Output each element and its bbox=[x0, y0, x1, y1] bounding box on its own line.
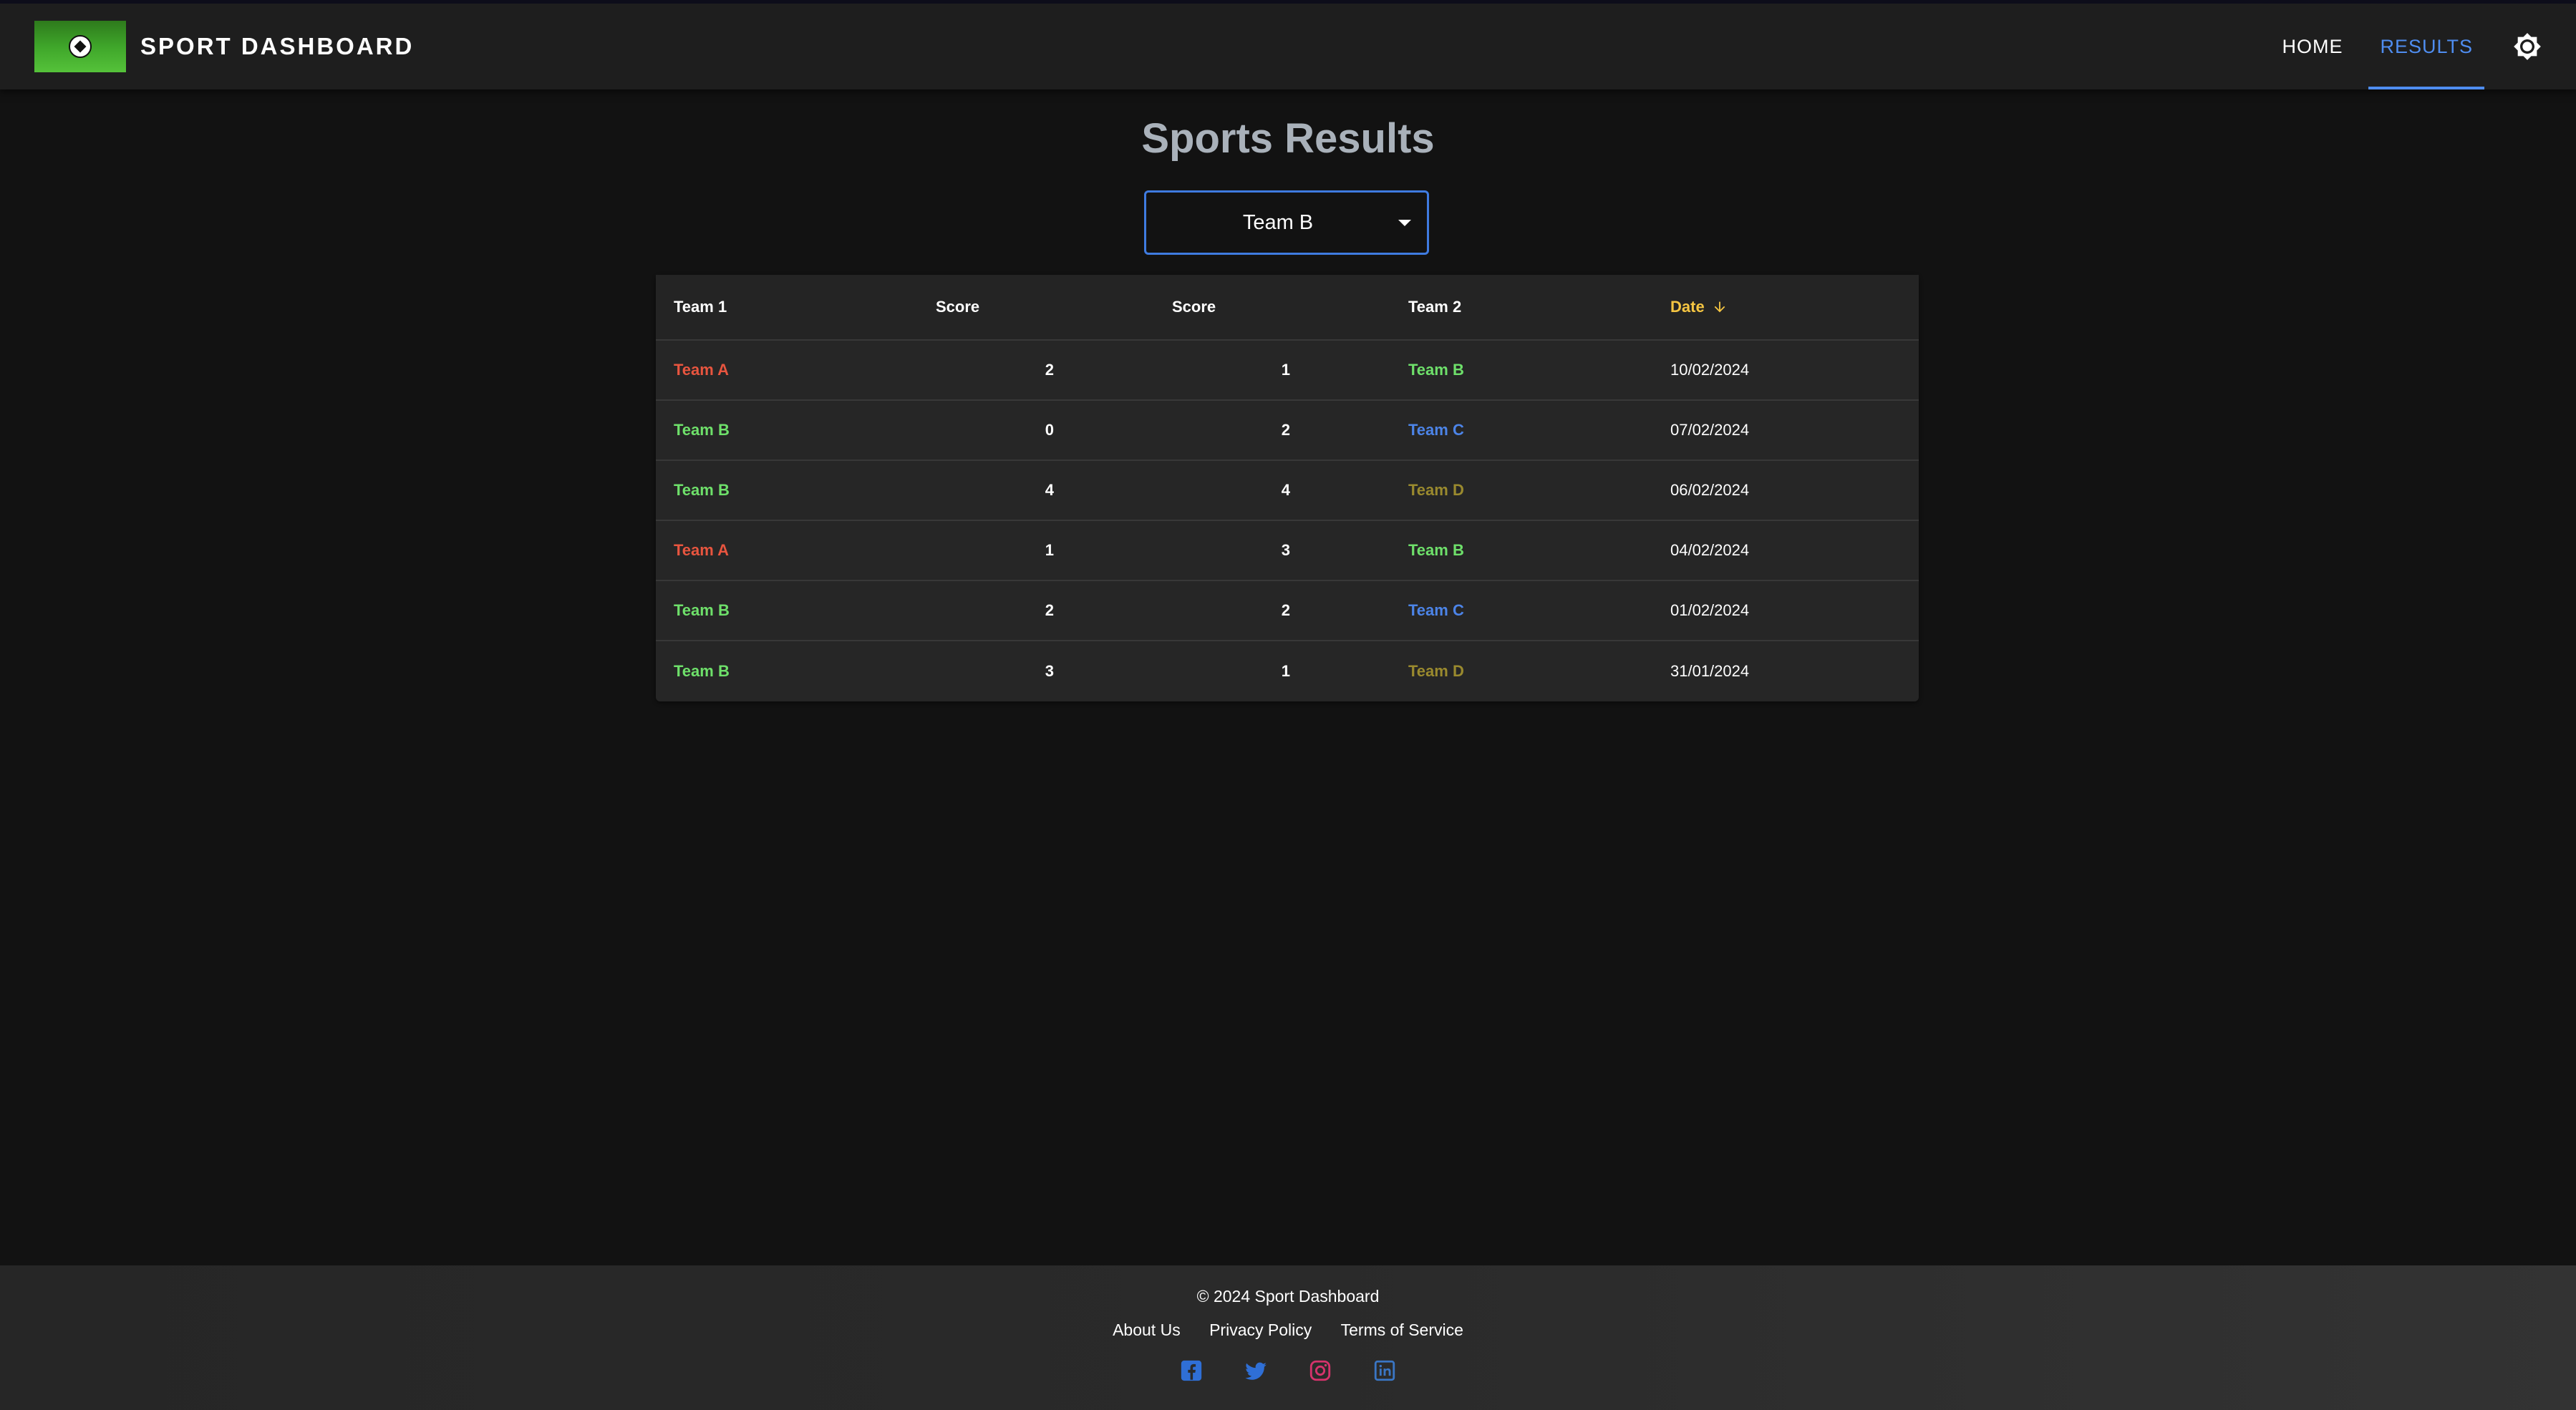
brand-title[interactable]: SPORT DASHBOARD bbox=[140, 33, 414, 60]
results-table: Team 1 Score Score Team 2 Date Team A21T… bbox=[656, 275, 1919, 701]
app-bar: SPORT DASHBOARD HOME RESULTS bbox=[0, 0, 2576, 89]
facebook-icon[interactable] bbox=[1179, 1358, 1204, 1383]
footer-link-terms[interactable]: Terms of Service bbox=[1341, 1321, 1463, 1339]
score1-cell: 0 bbox=[1045, 421, 1054, 439]
date-cell: 04/02/2024 bbox=[1670, 541, 1750, 559]
score1-cell: 3 bbox=[1045, 662, 1054, 680]
score1-cell: 4 bbox=[1045, 481, 1054, 499]
footer-links: About Us Privacy Policy Terms of Service bbox=[0, 1321, 2576, 1340]
team2-cell: Team B bbox=[1408, 541, 1464, 559]
date-cell: 31/01/2024 bbox=[1670, 662, 1750, 680]
table-row[interactable]: Team B 3 1 Team D 31/01/2024 bbox=[656, 641, 1919, 701]
score2-cell: 1 bbox=[1281, 662, 1290, 680]
instagram-icon[interactable] bbox=[1308, 1358, 1332, 1383]
nav-home[interactable]: HOME bbox=[2270, 4, 2354, 89]
table-row[interactable]: Team A 2 1 Team B 10/02/2024 bbox=[656, 341, 1919, 401]
team1-cell: Team B bbox=[674, 421, 730, 439]
team1-cell: Team A bbox=[674, 541, 730, 559]
column-header-date[interactable]: Date bbox=[1652, 298, 1919, 316]
team1-cell: Team A bbox=[674, 361, 730, 379]
team2-cell: Team B bbox=[1408, 361, 1464, 379]
date-cell: 01/02/2024 bbox=[1670, 601, 1750, 619]
team2-cell: Team C bbox=[1408, 601, 1464, 619]
column-header-team1[interactable]: Team 1 bbox=[656, 298, 918, 316]
team2-cell: Team D bbox=[1408, 481, 1464, 499]
table-body: Team A 2 1 Team B 10/02/2024 Team B 0 2 Team C 07… bbox=[656, 341, 1919, 701]
column-header-score2[interactable]: Score bbox=[1154, 298, 1390, 316]
score2-cell: 2 bbox=[1281, 601, 1290, 619]
score2-cell: 3 bbox=[1281, 541, 1290, 559]
team1-cell: Team B bbox=[674, 481, 730, 499]
table-row[interactable]: Team B 4 4 Team D 06/02/2024 bbox=[656, 461, 1919, 521]
score2-cell: 4 bbox=[1281, 481, 1290, 499]
main-nav: HOME RESULTS bbox=[2270, 4, 2576, 89]
social-links bbox=[0, 1358, 2576, 1383]
arrow-down-icon bbox=[1714, 301, 1725, 313]
date-cell: 10/02/2024 bbox=[1670, 361, 1750, 379]
team1-cell: Team B bbox=[674, 662, 730, 680]
table-row[interactable]: Team A 1 3 Team B 04/02/2024 bbox=[656, 521, 1919, 581]
column-header-score1[interactable]: Score bbox=[918, 298, 1154, 316]
column-header-date-label: Date bbox=[1670, 298, 1705, 316]
team1-cell: Team B bbox=[674, 601, 730, 619]
footer-link-privacy[interactable]: Privacy Policy bbox=[1209, 1321, 1312, 1339]
twitter-icon[interactable] bbox=[1244, 1358, 1268, 1383]
app-root: SPORT DASHBOARD HOME RESULTS Sports Resu… bbox=[0, 0, 2576, 1410]
team2-cell: Team D bbox=[1408, 662, 1464, 680]
page-title: Sports Results bbox=[1141, 115, 1435, 162]
copyright-text: © 2024 Sport Dashboard bbox=[1196, 1287, 1380, 1306]
date-cell: 07/02/2024 bbox=[1670, 421, 1750, 439]
column-header-team2[interactable]: Team 2 bbox=[1390, 298, 1652, 316]
team-select[interactable]: Team B bbox=[1144, 190, 1429, 255]
score2-cell: 2 bbox=[1281, 421, 1290, 439]
date-cell: 06/02/2024 bbox=[1670, 481, 1750, 499]
nav-results[interactable]: RESULTS bbox=[2368, 4, 2484, 89]
score2-cell: 1 bbox=[1281, 361, 1290, 379]
soccer-field-icon[interactable] bbox=[34, 21, 126, 72]
score1-cell: 1 bbox=[1045, 541, 1054, 559]
table-row[interactable]: Team B 0 2 Team C 07/02/2024 bbox=[656, 401, 1919, 461]
table-header-row: Team 1 Score Score Team 2 Date bbox=[656, 275, 1919, 341]
footer-link-about[interactable]: About Us bbox=[1113, 1321, 1181, 1339]
brightness-icon[interactable] bbox=[2513, 32, 2542, 61]
team2-cell: Team C bbox=[1408, 421, 1464, 439]
footer: © 2024 Sport Dashboard About Us Privacy … bbox=[0, 1265, 2576, 1410]
soccer-ball-icon bbox=[69, 35, 92, 58]
score1-cell: 2 bbox=[1045, 601, 1054, 619]
score1-cell: 2 bbox=[1045, 361, 1054, 379]
team-select-value: Team B bbox=[1242, 210, 1314, 234]
chevron-down-icon bbox=[1398, 220, 1411, 226]
table-row[interactable]: Team B 2 2 Team C 01/02/2024 bbox=[656, 581, 1919, 641]
linkedin-icon[interactable] bbox=[1372, 1358, 1397, 1383]
